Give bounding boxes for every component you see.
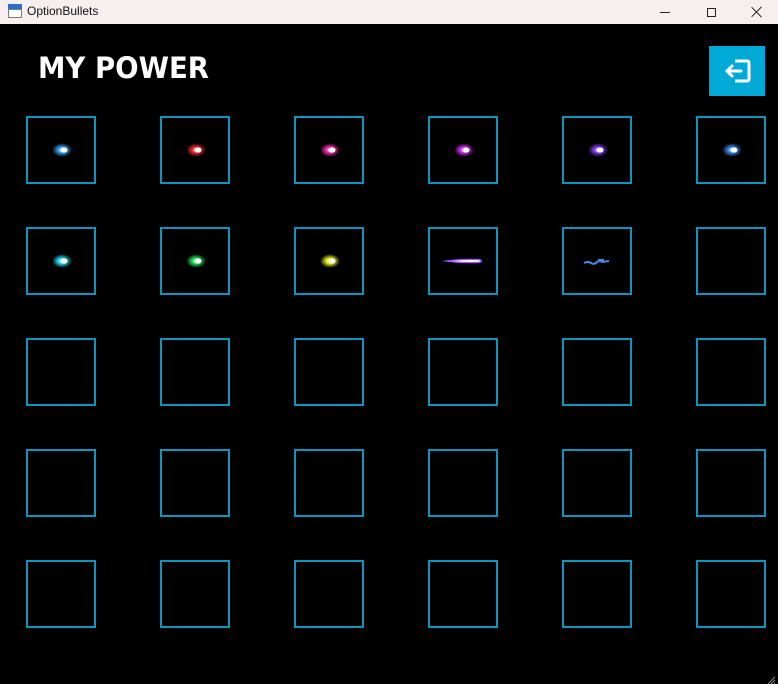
yellow-orb-bullet — [320, 254, 340, 268]
green-orb-bullet — [186, 254, 206, 268]
bullet-slot[interactable] — [294, 227, 364, 295]
cyan-orb-bullet — [52, 254, 72, 268]
blue-orb-bullet — [722, 143, 742, 157]
bullet-slot[interactable] — [294, 116, 364, 184]
window-title: OptionBullets — [27, 4, 99, 18]
title-bar: OptionBullets — [0, 0, 778, 24]
empty-slot[interactable] — [696, 338, 766, 406]
empty-slot[interactable] — [26, 449, 96, 517]
empty-slot[interactable] — [294, 560, 364, 628]
page-title: MY POWER — [38, 51, 209, 85]
app-window: OptionBullets MY POWER — [0, 0, 778, 684]
empty-slot[interactable] — [562, 449, 632, 517]
empty-slot[interactable] — [428, 338, 498, 406]
empty-slot[interactable] — [428, 449, 498, 517]
bullet-slot[interactable] — [696, 116, 766, 184]
app-icon — [8, 4, 22, 18]
magenta-orb-bullet — [454, 143, 474, 157]
empty-slot[interactable] — [562, 560, 632, 628]
empty-slot[interactable] — [562, 338, 632, 406]
empty-slot[interactable] — [26, 560, 96, 628]
bullet-grid — [26, 116, 766, 628]
empty-slot[interactable] — [428, 560, 498, 628]
bullet-slot[interactable] — [562, 227, 632, 295]
close-icon — [751, 6, 763, 18]
empty-slot[interactable] — [696, 560, 766, 628]
exit-button[interactable] — [709, 46, 765, 96]
empty-slot[interactable] — [696, 449, 766, 517]
pink-orb-bullet — [320, 143, 340, 157]
bullet-slot[interactable] — [160, 227, 230, 295]
bullet-slot[interactable] — [160, 116, 230, 184]
empty-slot[interactable] — [160, 338, 230, 406]
maximize-button[interactable] — [688, 0, 734, 24]
bullet-slot[interactable] — [428, 227, 498, 295]
empty-slot[interactable] — [294, 449, 364, 517]
bullet-slot[interactable] — [562, 116, 632, 184]
empty-slot[interactable] — [696, 227, 766, 295]
bullet-slot[interactable] — [26, 227, 96, 295]
blue-squiggle-bullet — [583, 259, 610, 265]
bullet-slot[interactable] — [428, 116, 498, 184]
violet-orb-bullet — [588, 143, 608, 157]
resize-grip[interactable] — [766, 672, 776, 684]
bullet-slot[interactable] — [26, 116, 96, 184]
empty-slot[interactable] — [26, 338, 96, 406]
red-orb-bullet — [186, 143, 206, 157]
empty-slot[interactable] — [160, 560, 230, 628]
minimize-button[interactable] — [642, 0, 688, 24]
minimize-icon — [660, 11, 670, 13]
exit-icon — [723, 58, 751, 84]
empty-slot[interactable] — [294, 338, 364, 406]
blue-orb-bullet — [52, 143, 72, 157]
close-button[interactable] — [734, 0, 778, 24]
empty-slot[interactable] — [160, 449, 230, 517]
maximize-icon — [706, 7, 716, 17]
purple-beam-bullet — [442, 258, 482, 264]
